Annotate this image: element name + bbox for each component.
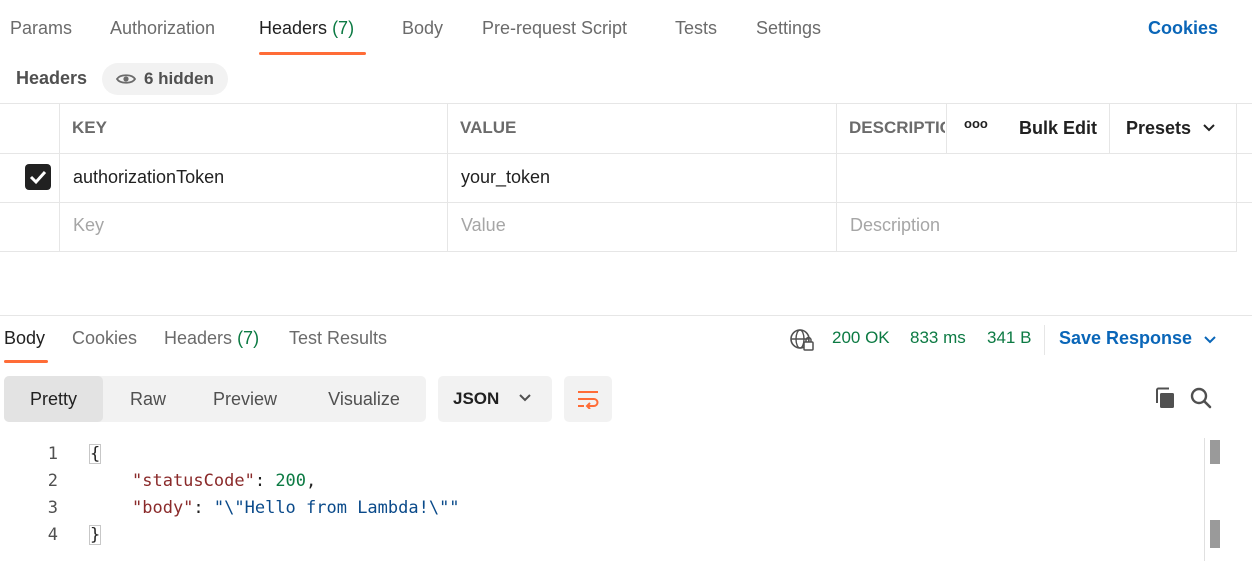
code-line-2: "statusCode": 200, bbox=[132, 471, 316, 491]
response-tab-body[interactable]: Body bbox=[4, 328, 45, 349]
json-separator: : bbox=[254, 471, 276, 491]
view-mode-switch: Pretty Raw Preview Visualize bbox=[4, 376, 426, 422]
new-value-input[interactable]: Value bbox=[461, 215, 506, 236]
json-key: "body" bbox=[132, 498, 194, 518]
tab-tests[interactable]: Tests bbox=[675, 18, 717, 39]
response-active-tab-indicator bbox=[4, 360, 48, 363]
tab-body[interactable]: Body bbox=[402, 18, 443, 39]
table-col-divider bbox=[946, 103, 947, 153]
header-key-cell[interactable]: authorizationToken bbox=[73, 167, 224, 188]
checkmark-icon bbox=[29, 170, 47, 185]
response-tab-headers-label: Headers bbox=[164, 328, 233, 348]
headers-section-title: Headers bbox=[16, 68, 88, 88]
save-response-label: Save Response bbox=[1059, 328, 1193, 348]
wrap-lines-button[interactable] bbox=[564, 376, 612, 422]
more-options-icon[interactable]: ooo bbox=[964, 116, 988, 131]
table-border-top bbox=[0, 103, 1252, 104]
tab-headers-label: Headers bbox=[259, 18, 328, 38]
tab-pre-request-script[interactable]: Pre-request Script bbox=[482, 18, 627, 39]
line-number: 3 bbox=[47, 498, 58, 518]
tab-authorization[interactable]: Authorization bbox=[110, 18, 215, 39]
active-tab-indicator bbox=[259, 52, 366, 55]
view-mode-preview[interactable]: Preview bbox=[199, 376, 291, 422]
meta-divider bbox=[1044, 325, 1045, 355]
json-comma: , bbox=[306, 471, 317, 491]
header-value-cell[interactable]: your_token bbox=[461, 167, 550, 188]
bulk-edit-button[interactable]: Bulk Edit bbox=[1019, 118, 1097, 139]
table-border bbox=[0, 202, 1252, 203]
table-col-divider bbox=[447, 103, 448, 252]
tab-headers-count: (7) bbox=[332, 18, 355, 38]
table-col-divider bbox=[836, 103, 837, 252]
format-label: JSON bbox=[453, 389, 500, 408]
response-tab-test-results[interactable]: Test Results bbox=[289, 328, 387, 349]
response-tab-headers[interactable]: Headers (7) bbox=[164, 328, 259, 349]
line-number: 1 bbox=[47, 444, 58, 464]
json-key: "statusCode" bbox=[132, 471, 255, 491]
brace-close: } bbox=[89, 525, 102, 545]
new-description-input[interactable]: Description bbox=[850, 215, 940, 236]
response-tab-headers-count: (7) bbox=[237, 328, 260, 348]
code-line-1: { bbox=[89, 444, 102, 464]
hidden-count-label: 6 hidden bbox=[144, 69, 214, 88]
tab-headers[interactable]: Headers (7) bbox=[259, 18, 354, 39]
chevron-down-icon bbox=[519, 394, 531, 402]
request-tabs: Params Authorization Headers (7) Body Pr… bbox=[0, 0, 1252, 60]
table-col-divider bbox=[1109, 103, 1110, 153]
copy-icon[interactable] bbox=[1153, 386, 1177, 410]
format-dropdown[interactable]: JSON bbox=[438, 376, 552, 422]
tab-settings[interactable]: Settings bbox=[756, 18, 821, 39]
table-border-right bbox=[1236, 103, 1237, 252]
view-mode-pretty[interactable]: Pretty bbox=[4, 376, 103, 422]
view-mode-visualize[interactable]: Visualize bbox=[316, 376, 412, 422]
line-number: 2 bbox=[47, 471, 58, 491]
view-mode-raw[interactable]: Raw bbox=[108, 376, 188, 422]
response-size[interactable]: 341 B bbox=[987, 328, 1031, 348]
presets-dropdown[interactable]: Presets bbox=[1126, 118, 1191, 139]
new-key-input[interactable]: Key bbox=[73, 215, 104, 236]
code-line-4: } bbox=[89, 525, 102, 545]
search-icon[interactable] bbox=[1189, 386, 1213, 410]
editor-scrollbar-thumb[interactable] bbox=[1210, 520, 1220, 548]
code-line-3: "body": "\"Hello from Lambda!\"" bbox=[132, 498, 460, 518]
json-number-value: 200 bbox=[275, 471, 307, 491]
brace-open: { bbox=[89, 444, 102, 464]
eye-icon bbox=[116, 74, 136, 84]
line-number: 4 bbox=[47, 525, 58, 545]
tab-params[interactable]: Params bbox=[10, 18, 72, 39]
response-status[interactable]: 200 OK bbox=[832, 328, 890, 348]
column-header-value: VALUE bbox=[460, 118, 517, 137]
table-border-bottom bbox=[0, 251, 1236, 252]
table-col-divider bbox=[59, 103, 60, 252]
hidden-headers-toggle[interactable]: 6 hidden bbox=[102, 63, 228, 95]
json-separator: : bbox=[193, 498, 214, 518]
table-border bbox=[0, 153, 1252, 154]
wrap-text-icon bbox=[578, 391, 599, 409]
editor-scrollbar-thumb[interactable] bbox=[1210, 440, 1220, 464]
globe-lock-icon[interactable] bbox=[789, 328, 815, 352]
column-header-key: KEY bbox=[72, 118, 107, 137]
editor-scroll-track bbox=[1204, 438, 1205, 561]
cookies-link[interactable]: Cookies bbox=[1148, 18, 1218, 39]
presets-label: Presets bbox=[1126, 118, 1192, 138]
column-header-description: DESCRIPTION bbox=[849, 118, 945, 137]
chevron-down-icon bbox=[1203, 124, 1215, 132]
header-row-checkbox[interactable] bbox=[25, 164, 51, 190]
save-response-button[interactable]: Save Response bbox=[1059, 328, 1192, 349]
response-time[interactable]: 833 ms bbox=[910, 328, 966, 348]
pane-divider bbox=[0, 315, 1252, 316]
chevron-down-icon bbox=[1204, 336, 1216, 344]
response-tab-cookies[interactable]: Cookies bbox=[72, 328, 137, 349]
json-string-value: "\"Hello from Lambda!\"" bbox=[213, 498, 460, 518]
